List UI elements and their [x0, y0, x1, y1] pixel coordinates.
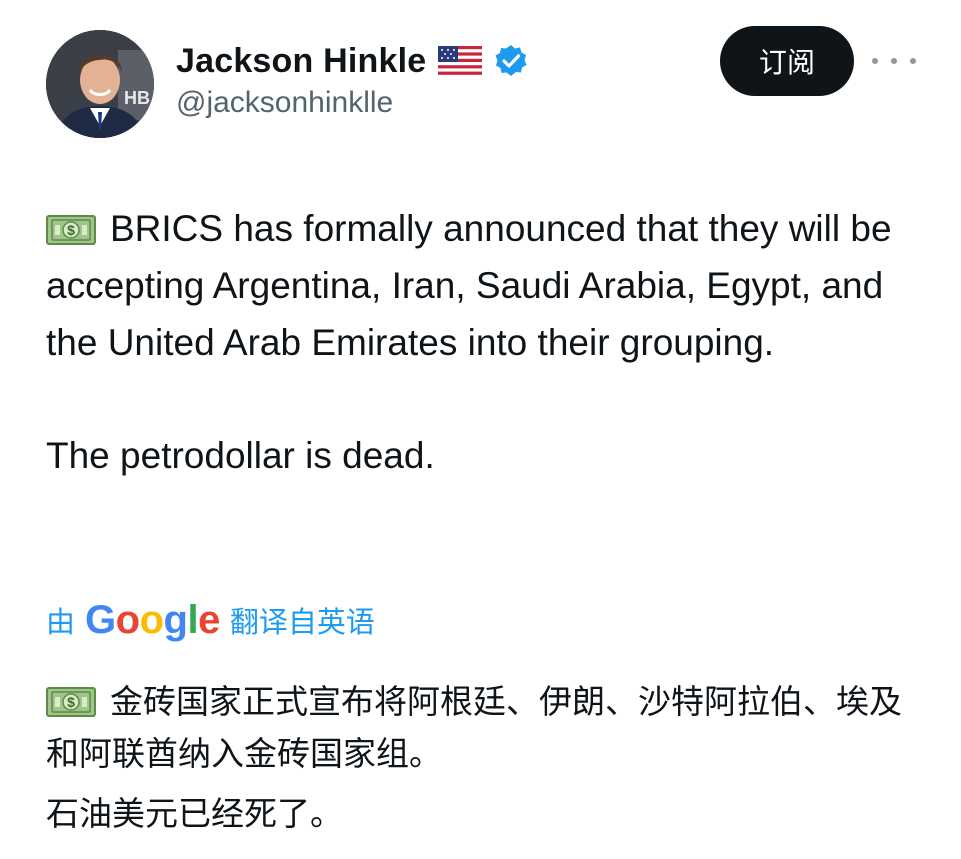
tweet-card: HB Jackson Hinkle @jacksonhinklle 订阅 $ B…	[0, 0, 961, 859]
verified-badge-icon	[494, 44, 528, 78]
translated-paragraph-2: 石油美元已经死了。	[46, 794, 343, 833]
translated-paragraph-1-text: 金砖国家正式宣布将阿根廷、伊朗、沙特阿拉伯、埃及和阿联酋纳入金砖国家组。	[46, 682, 902, 773]
translation-attribution[interactable]: 由 Google 翻译自英语	[46, 596, 375, 644]
tweet-paragraph-1-text: BRICS has formally announced that they w…	[46, 208, 892, 363]
translated-text: $ 金砖国家正式宣布将阿根廷、伊朗、沙特阿拉伯、埃及和阿联酋纳入金砖国家组。 石油…	[46, 676, 926, 840]
subscribe-button[interactable]: 订阅	[720, 26, 854, 96]
author-handle[interactable]: @jacksonhinklle	[176, 86, 393, 120]
svg-text:$: $	[67, 222, 75, 238]
svg-text:HB: HB	[124, 88, 150, 108]
translated-paragraph-1: $ 金砖国家正式宣布将阿根廷、伊朗、沙特阿拉伯、埃及和阿联酋纳入金砖国家组。	[46, 676, 926, 780]
author-name-row: Jackson Hinkle	[176, 38, 528, 84]
author-display-name[interactable]: Jackson Hinkle	[176, 42, 426, 81]
us-flag-icon	[438, 46, 483, 76]
google-logo-icon: Google	[85, 598, 220, 642]
tweet-paragraph-1: $ BRICS has formally announced that they …	[46, 200, 926, 371]
translation-prefix: 由	[46, 605, 76, 639]
svg-text:$: $	[67, 694, 75, 710]
more-dots-icon[interactable]	[872, 46, 916, 76]
translation-suffix: 翻译自英语	[229, 605, 375, 639]
money-banknote-icon: $	[46, 680, 96, 717]
tweet-paragraph-2: The petrodollar is dead.	[46, 435, 435, 476]
tweet-text: $ BRICS has formally announced that they …	[46, 200, 926, 484]
avatar[interactable]: HB	[46, 30, 154, 138]
avatar-portrait-icon: HB	[46, 30, 154, 138]
money-banknote-icon: $	[46, 204, 96, 245]
